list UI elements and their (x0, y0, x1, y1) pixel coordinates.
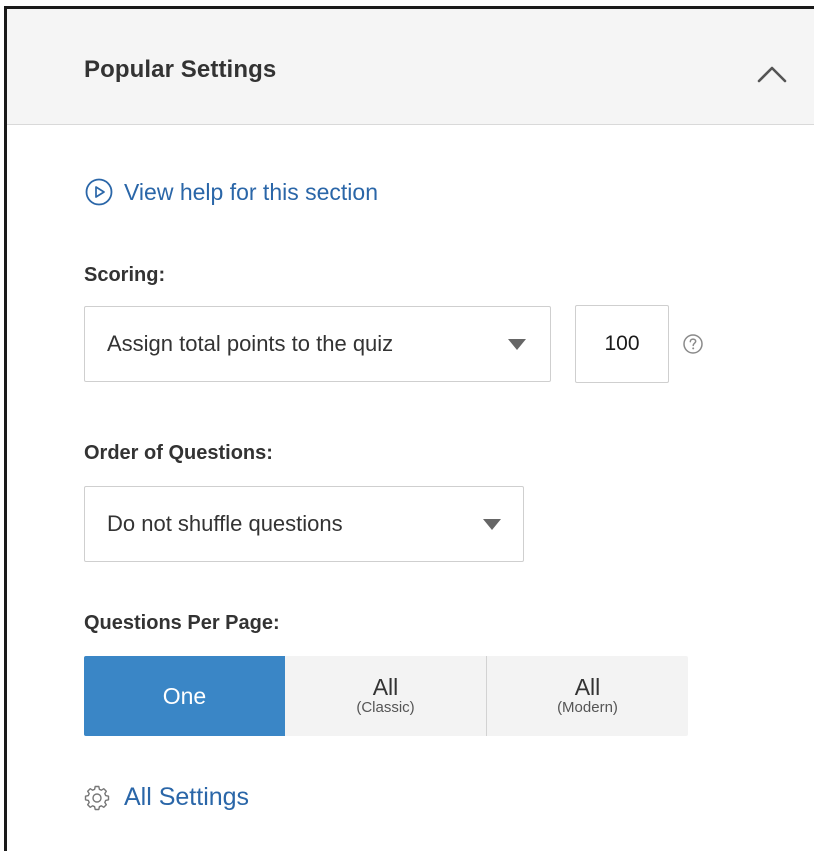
option-all-modern[interactable]: All (Modern) (486, 656, 688, 736)
settings-panel: Popular Settings View help for this sect… (4, 6, 814, 851)
dropdown-caret-icon (508, 339, 526, 350)
all-settings-link[interactable]: All Settings (84, 783, 249, 812)
panel-header[interactable]: Popular Settings (7, 9, 814, 125)
question-circle-icon[interactable] (682, 333, 704, 355)
view-help-link[interactable]: View help for this section (84, 177, 378, 207)
gear-icon (84, 785, 110, 810)
play-circle-icon (85, 178, 113, 206)
option-all-classic[interactable]: All (Classic) (285, 656, 486, 736)
scoring-select[interactable]: Assign total points to the quiz (84, 306, 551, 382)
scoring-selected-value: Assign total points to the quiz (107, 331, 394, 356)
order-label: Order of Questions: (84, 442, 273, 464)
option-sublabel: (Classic) (356, 699, 415, 716)
option-label: All (574, 674, 601, 700)
option-one[interactable]: One (84, 656, 285, 736)
option-label: All (372, 674, 399, 700)
collapse-button[interactable] (747, 49, 797, 99)
dropdown-caret-icon (483, 519, 501, 530)
order-select[interactable]: Do not shuffle questions (84, 486, 524, 562)
panel-title: Popular Settings (84, 56, 277, 83)
all-settings-label: All Settings (124, 783, 250, 811)
questions-per-page-toggle: One All (Classic) All (Modern) (84, 656, 688, 736)
total-points-input[interactable] (575, 305, 669, 383)
questions-per-page-label: Questions Per Page: (84, 612, 280, 634)
option-sublabel: (Modern) (557, 699, 618, 716)
scoring-label: Scoring: (84, 264, 166, 286)
order-selected-value: Do not shuffle questions (107, 511, 343, 536)
view-help-label: View help for this section (124, 178, 378, 205)
chevron-up-icon (757, 66, 787, 83)
option-label: One (162, 683, 207, 709)
